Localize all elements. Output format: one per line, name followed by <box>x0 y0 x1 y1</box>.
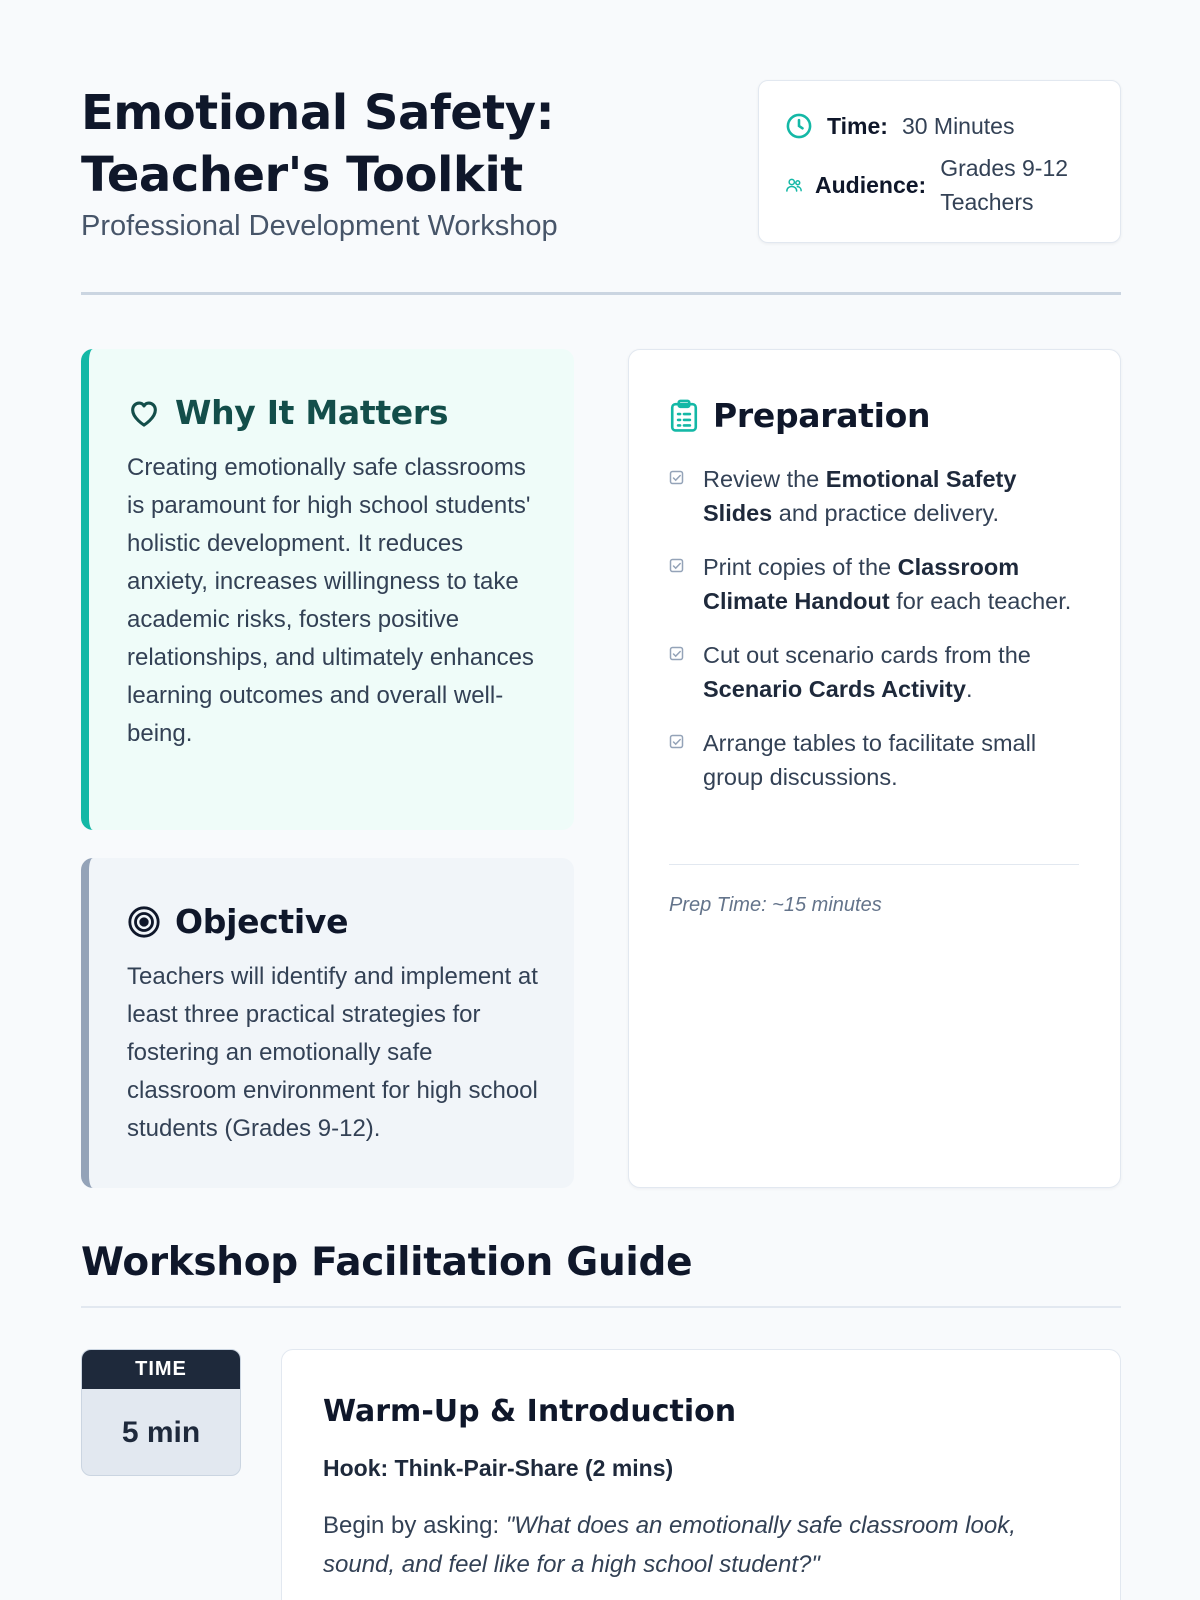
page: Emotional Safety: Teacher's Toolkit Prof… <box>81 0 1121 1600</box>
step-card-warm-up: Warm-Up & Introduction Hook: Think-Pair-… <box>281 1349 1121 1600</box>
prep-item-text: Review the Emotional Safety Slides and p… <box>703 466 1017 526</box>
page-header: Emotional Safety: Teacher's Toolkit Prof… <box>81 80 1121 295</box>
page-subtitle: Professional Development Workshop <box>81 210 558 242</box>
workshop-info-box: Time: 30 Minutes Audience: Grades 9-12 T… <box>758 80 1121 243</box>
objective-card-title: Objective <box>175 902 349 941</box>
preparation-card: Preparation Review the Emotional Safety … <box>628 349 1121 1188</box>
why-card-text: Creating emotionally safe classrooms is … <box>127 454 534 747</box>
objective-card-header: Objective <box>127 902 349 941</box>
prep-divider <box>669 864 1079 865</box>
preparation-list: Review the Emotional Safety Slides and p… <box>669 462 1079 814</box>
step-time-badge: TIME 5 min <box>81 1349 241 1476</box>
prep-item-text: Print copies of the Classroom Climate Ha… <box>703 554 1072 614</box>
clipboard-icon <box>670 399 698 432</box>
why-card-title: Why It Matters <box>175 393 449 432</box>
checkbox-icon <box>669 646 684 661</box>
objective-card: Objective Teachers will identify and imp… <box>81 858 574 1188</box>
time-label: Time: <box>827 112 888 139</box>
checkbox-icon <box>669 470 684 485</box>
guide-divider <box>81 1306 1121 1308</box>
checkbox-icon <box>669 734 684 749</box>
prep-item-text: Arrange tables to facilitate small group… <box>703 730 1037 790</box>
objective-card-text: Teachers will identify and implement at … <box>127 963 538 1142</box>
clock-icon <box>786 113 812 139</box>
users-icon <box>786 178 802 192</box>
why-it-matters-card: Why It Matters Creating emotionally safe… <box>81 349 574 830</box>
time-value: 30 Minutes <box>901 113 1015 139</box>
time-badge-value: 5 min <box>121 1416 201 1449</box>
audience-value: Grades 9-12 Teachers <box>940 155 1069 215</box>
list-item: Arrange tables to facilitate small group… <box>669 726 1079 794</box>
list-item: Review the Emotional Safety Slides and p… <box>669 462 1079 530</box>
why-card-header: Why It Matters <box>127 393 449 432</box>
preparation-card-title: Preparation <box>713 396 931 435</box>
preparation-card-header: Preparation <box>669 396 931 435</box>
audience-label: Audience: <box>815 171 927 198</box>
list-item: Cut out scenario cards from the Scenario… <box>669 638 1079 706</box>
step-subtitle: Hook: Think-Pair-Share (2 mins) <box>323 1455 674 1481</box>
checkbox-icon <box>669 558 684 573</box>
list-item: Print copies of the Classroom Climate Ha… <box>669 550 1079 618</box>
step-body-prefix: Begin by asking: <box>323 1512 506 1539</box>
info-audience-row: Audience: Grades 9-12 Teachers <box>785 151 1090 219</box>
step-title: Warm-Up & Introduction <box>323 1394 737 1429</box>
guide-section-title: Workshop Facilitation Guide <box>81 1240 693 1285</box>
prep-item-text: Cut out scenario cards from the Scenario… <box>703 642 1031 702</box>
heart-icon <box>131 401 157 427</box>
prep-time-note: Prep Time: ~15 minutes <box>669 894 882 916</box>
page-title: Emotional Safety: Teacher's Toolkit <box>81 85 555 203</box>
step-body: Begin by asking: "What does an emotional… <box>323 1506 1063 1584</box>
info-time-row: Time: 30 Minutes <box>785 109 1014 143</box>
time-badge-label: TIME <box>82 1350 240 1389</box>
target-icon <box>128 905 160 938</box>
